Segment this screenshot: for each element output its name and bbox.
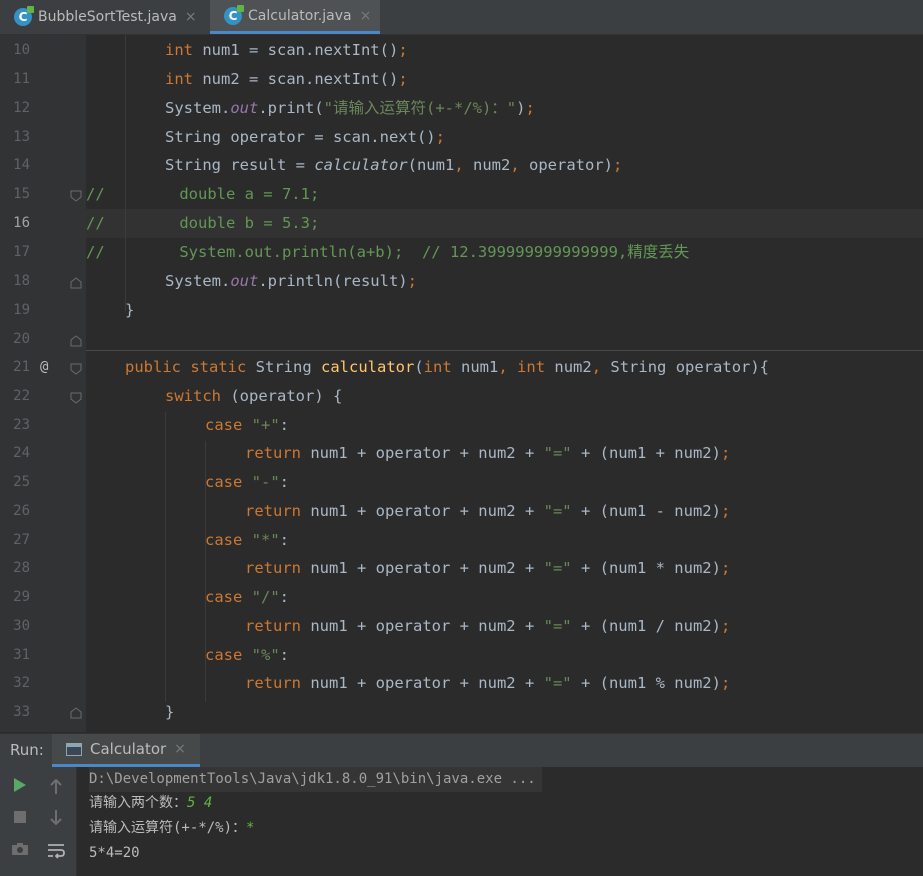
camera-icon[interactable] (8, 837, 32, 861)
fold-end-icon[interactable] (70, 335, 82, 347)
console-result-line: 5*4=20 (89, 845, 140, 861)
code-line: return num1 + operator + num2 + "=" + (n… (245, 617, 731, 635)
line-number: 32 (13, 675, 30, 691)
line-number: 11 (13, 71, 30, 87)
code-line: case "-": (205, 473, 290, 491)
console-line: 请输入运算符(+-*/%)：* (89, 820, 255, 836)
line-number: 19 (13, 302, 30, 318)
code-line: } (125, 301, 135, 319)
fold-end-icon[interactable] (70, 707, 82, 719)
run-tab-calculator[interactable]: Calculator × (52, 734, 200, 767)
close-run-tab-icon[interactable]: × (174, 741, 186, 757)
line-number-current: 16 (13, 215, 30, 231)
line-number: 28 (13, 560, 30, 576)
line-number: 22 (13, 388, 30, 404)
line-number: 21 (13, 359, 30, 375)
code-line: case "%": (205, 646, 290, 664)
code-line: public static String calculator(int num1… (125, 358, 770, 376)
run-tab-label: Calculator (90, 740, 167, 758)
user-input: * (246, 820, 255, 836)
line-number: 23 (13, 417, 30, 433)
line-number: 26 (13, 503, 30, 519)
arrow-up-icon[interactable] (44, 775, 68, 799)
fold-end-icon[interactable] (70, 277, 82, 289)
tab-calculator[interactable]: C Calculator.java × (210, 0, 380, 34)
code-line: case "*": (205, 531, 290, 549)
tab-label: BubbleSortTest.java (38, 9, 177, 25)
close-tab-icon[interactable]: × (360, 8, 372, 24)
run-toolbar (0, 767, 77, 876)
line-number: 18 (13, 273, 30, 289)
fold-start-icon[interactable] (70, 392, 82, 404)
code-line: case "/": (205, 588, 290, 606)
code-line-comment: // double b = 5.3; (86, 214, 320, 232)
code-line-comment: // double a = 7.1; (86, 185, 320, 203)
line-number: 12 (13, 100, 30, 116)
code-line: return num1 + operator + num2 + "=" + (n… (245, 502, 731, 520)
user-input: 5 4 (187, 795, 213, 811)
line-number: 25 (13, 474, 30, 490)
code-editor[interactable]: 10 11 12 13 14 15 16 17 18 19 20 21 22 2… (0, 35, 923, 732)
code-line: return num1 + operator + num2 + "=" + (n… (245, 674, 731, 692)
editor-tab-bar: C BubbleSortTest.java × C Calculator.jav… (0, 0, 923, 35)
code-line: switch (operator) { (165, 387, 343, 405)
code-line: String result = calculator(num1, num2, o… (165, 156, 623, 174)
code-line: int num1 = scan.nextInt(); (165, 41, 408, 59)
console-command-line: D:\DevelopmentTools\Java\jdk1.8.0_91\bin… (89, 767, 542, 792)
line-number: 29 (13, 589, 30, 605)
run-label: Run: (10, 741, 44, 759)
run-panel-header: Run: Calculator × (0, 733, 923, 767)
fold-start-icon[interactable] (70, 190, 82, 202)
console-icon (66, 742, 82, 756)
java-class-icon: C (224, 4, 244, 25)
code-line: return num1 + operator + num2 + "=" + (n… (245, 444, 731, 462)
line-number: 10 (13, 42, 30, 58)
method-separator (86, 350, 923, 351)
code-line: String operator = scan.next(); (165, 128, 445, 146)
code-line: return num1 + operator + num2 + "=" + (n… (245, 559, 731, 577)
java-class-icon: C (14, 6, 34, 26)
code-line: case "+": (205, 416, 290, 434)
code-line: int num2 = scan.nextInt(); (165, 70, 408, 88)
code-line: } (165, 703, 175, 721)
console-output[interactable]: D:\DevelopmentTools\Java\jdk1.8.0_91\bin… (77, 767, 923, 876)
line-number: 24 (13, 445, 30, 461)
run-icon[interactable] (8, 773, 32, 797)
line-number: 27 (13, 532, 30, 548)
line-number: 17 (13, 244, 30, 260)
line-number: 33 (13, 704, 30, 720)
line-number: 31 (13, 647, 30, 663)
code-line: System.out.println(result); (165, 272, 417, 290)
console-line: 请输入两个数：5 4 (89, 795, 213, 811)
line-number: 20 (13, 331, 30, 347)
code-line-comment: // System.out.println(a+b); // 12.399999… (86, 243, 690, 261)
line-number: 13 (13, 129, 30, 145)
fold-start-icon[interactable] (70, 363, 82, 375)
soft-wrap-icon[interactable] (44, 839, 68, 863)
tab-label: Calculator.java (248, 7, 352, 24)
tab-bubblesorttest[interactable]: C BubbleSortTest.java × (0, 0, 210, 34)
arrow-down-icon[interactable] (44, 805, 68, 829)
line-number: 14 (13, 157, 30, 173)
code-line: System.out.print("请输入运算符(+-*/%)："); (165, 99, 535, 117)
stop-icon[interactable] (8, 805, 32, 829)
line-number: 15 (13, 186, 30, 202)
close-tab-icon[interactable]: × (185, 9, 197, 25)
override-marker-icon[interactable]: @ (40, 353, 48, 382)
line-number: 30 (13, 618, 30, 634)
